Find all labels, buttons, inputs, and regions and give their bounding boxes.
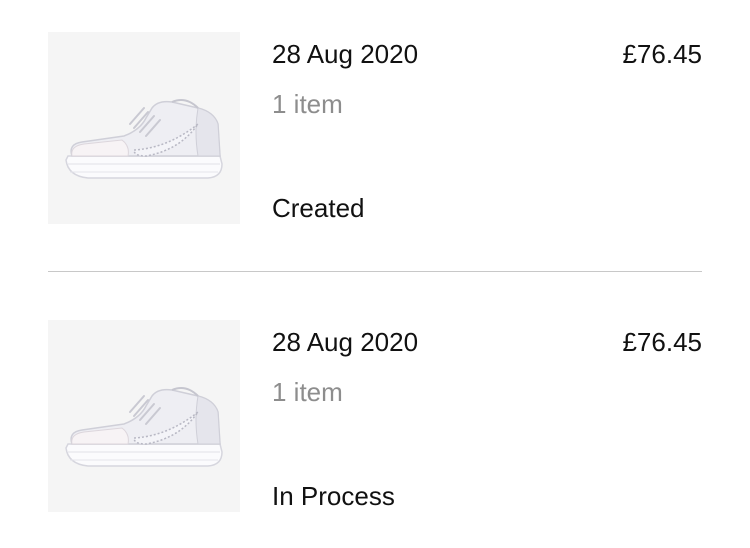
product-thumbnail [48,320,240,512]
order-item-count: 1 item [272,89,343,119]
order-price: £76.45 [622,39,702,69]
order-date: 28 Aug 2020 [272,39,419,69]
product-thumbnail [48,32,240,224]
sneaker-icon [65,99,223,179]
order-card[interactable]: 28 Aug 2020 £76.45 1 item Created [48,32,702,224]
order-list: 28 Aug 2020 £76.45 1 item Created 28 Aug… [0,0,750,548]
order-price: £76.45 [622,327,702,357]
order-item-count: 1 item [272,377,343,407]
order-card[interactable]: 28 Aug 2020 £76.45 1 item In Process [48,320,702,512]
order-status: Created [272,193,365,223]
order-date: 28 Aug 2020 [272,327,419,357]
order-divider [48,271,702,272]
order-status: In Process [272,481,395,511]
sneaker-icon [65,387,223,467]
